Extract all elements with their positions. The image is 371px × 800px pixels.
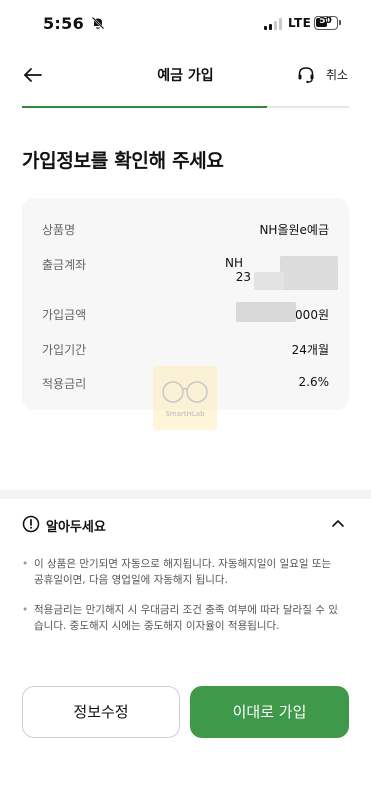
- period-value: 24개월: [291, 343, 329, 357]
- product-label: 상품명: [42, 223, 76, 237]
- network-label: LTE: [288, 16, 312, 30]
- watermark: SmartHLab: [153, 366, 217, 430]
- rate-value: 2.6%: [298, 375, 330, 389]
- notice-header[interactable]: 알아두세요: [22, 514, 349, 536]
- progress-bar: [22, 106, 349, 108]
- masked-account: [280, 256, 338, 290]
- masked-amount: [236, 302, 296, 322]
- battery-level: 50: [319, 16, 332, 26]
- headset-icon[interactable]: [296, 65, 316, 85]
- amount-label: 가입금액: [42, 308, 87, 322]
- page-title: 가입정보를 확인해 주세요: [22, 150, 224, 172]
- account-value-line2: 23: [235, 270, 251, 284]
- product-value: NH올원e예금: [259, 223, 329, 237]
- edit-info-button[interactable]: 정보수정: [22, 686, 180, 738]
- masked-account-2: [254, 272, 284, 290]
- period-label: 가입기간: [42, 343, 87, 357]
- notice-item: 이 상품은 만기되면 자동으로 해지됩니다. 자동해지일이 일요일 또는 공휴일…: [22, 556, 342, 588]
- signal-icon: [264, 18, 282, 30]
- notice-item: 적용금리는 만기해지 시 우대금리 조건 충족 여부에 따라 달라질 수 있습니…: [22, 602, 342, 634]
- chevron-up-icon[interactable]: [331, 518, 345, 528]
- rate-label: 적용금리: [42, 377, 87, 391]
- status-time: 5:56: [43, 14, 84, 33]
- amount-value: 000원: [295, 308, 329, 322]
- watermark-text: SmartHLab: [165, 410, 205, 418]
- account-label: 출금계좌: [42, 258, 87, 272]
- info-row-product: 상품명 NH올원e예금: [42, 221, 329, 238]
- glasses-icon: [162, 381, 208, 403]
- info-circle-icon: [22, 515, 40, 533]
- battery-icon: 50: [314, 16, 338, 30]
- join-button[interactable]: 이대로 가입: [190, 686, 349, 738]
- bell-off-icon: [91, 16, 105, 30]
- info-row-period: 가입기간 24개월: [42, 341, 329, 358]
- cancel-button[interactable]: 취소: [326, 66, 348, 83]
- notice-title: 알아두세요: [46, 520, 106, 535]
- status-bar: 5:56 LTE 50: [0, 0, 371, 48]
- section-divider: [0, 490, 371, 499]
- progress-fill: [22, 106, 268, 108]
- header: 예금 가입 취소: [0, 48, 371, 104]
